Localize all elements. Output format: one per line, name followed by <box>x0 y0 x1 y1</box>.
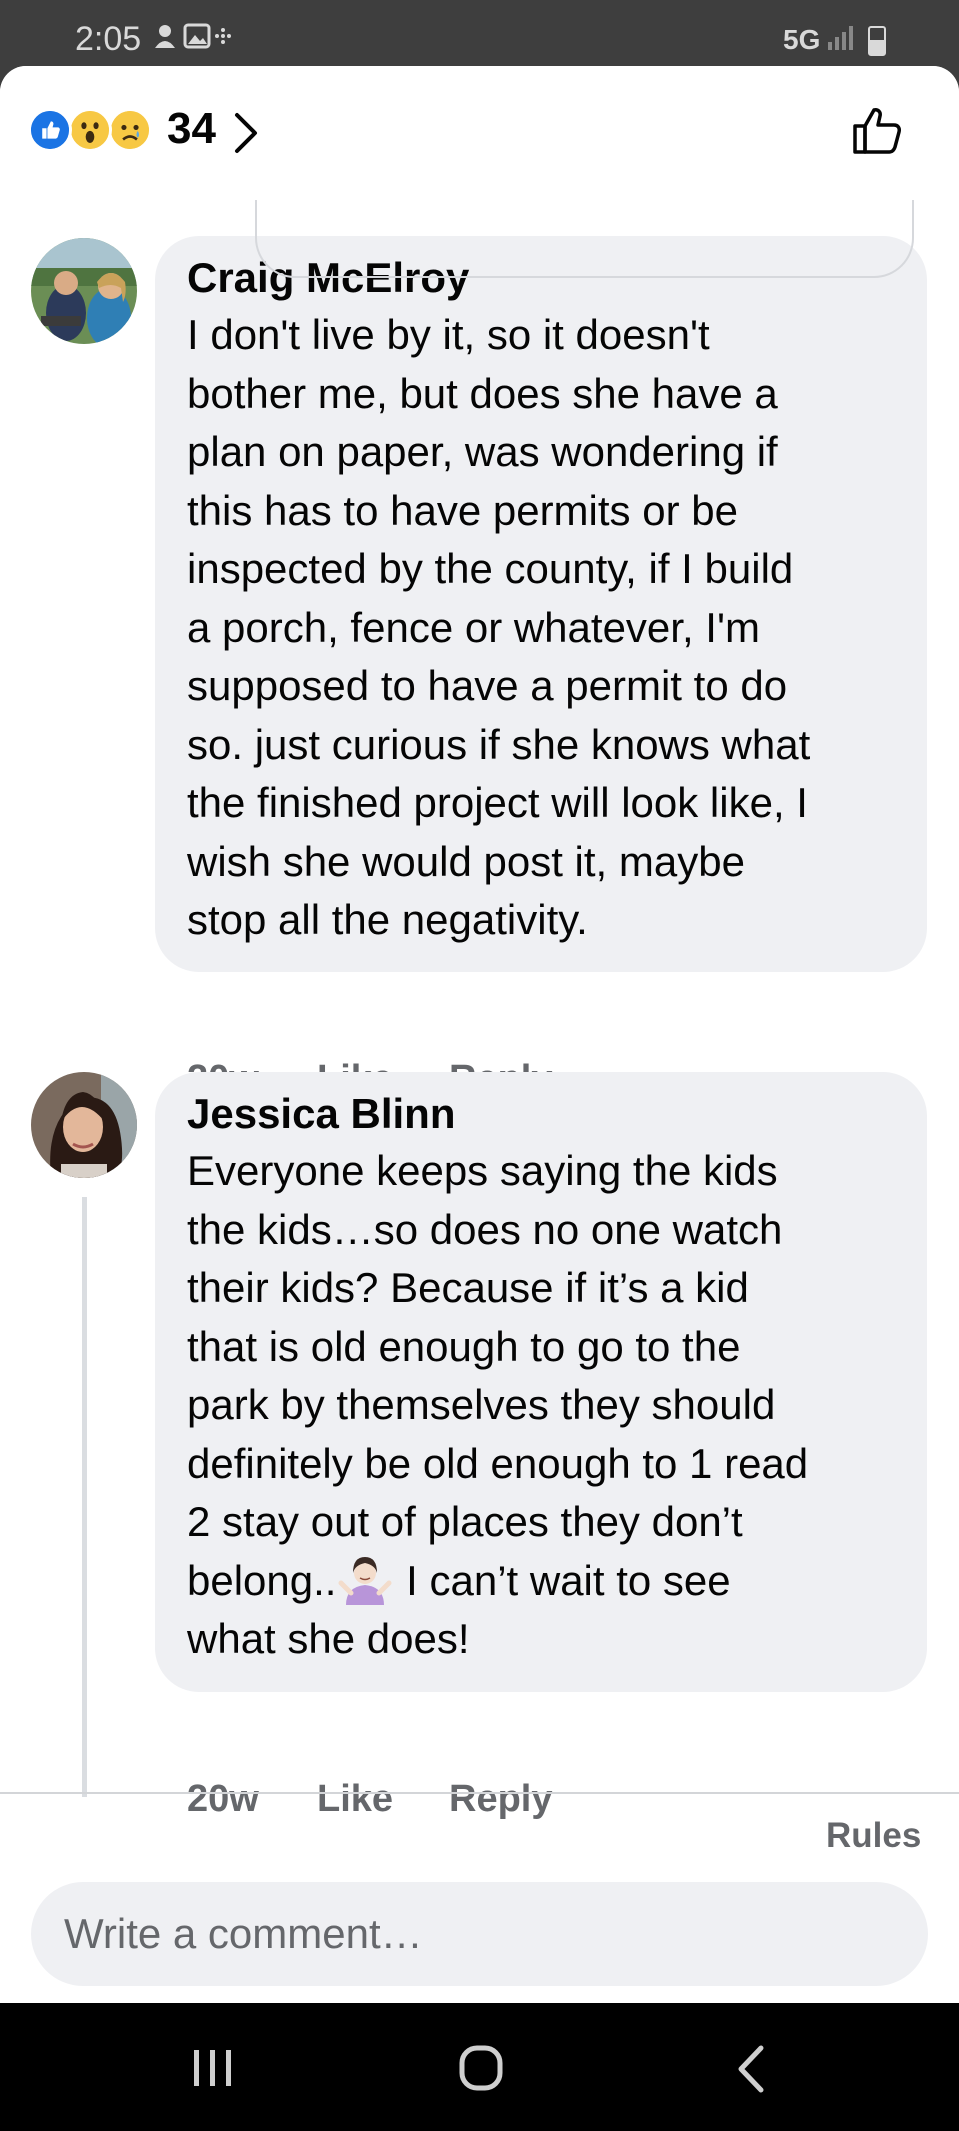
recents-icon[interactable] <box>190 2047 236 2089</box>
reaction-count[interactable]: 34 <box>167 104 216 154</box>
comment-input-placeholder: Write a comment… <box>64 1910 423 1957</box>
comment-line: supposed to have a permit to do <box>187 662 788 709</box>
chevron-right-icon[interactable] <box>233 112 259 154</box>
comment-line: inspected by the county, if I build <box>187 545 794 592</box>
comment-line: wish she would post it, maybe <box>187 837 745 885</box>
comment-author[interactable]: Jessica Blinn <box>187 1086 893 1142</box>
comment-text-fragment: I can’t wait to see <box>394 1556 731 1604</box>
comment-line: belong.. I can’t wait to see <box>187 1552 893 1611</box>
back-icon[interactable] <box>736 2045 766 2093</box>
comment-input[interactable]: Write a comment… <box>31 1882 928 1986</box>
avatar[interactable] <box>31 238 137 344</box>
signal-icon <box>828 26 853 50</box>
status-time: 2:05 <box>75 20 142 58</box>
comment-line: a porch, fence or whatever, I'm <box>187 603 760 651</box>
comment-line: this has to have permits or be <box>187 486 738 534</box>
comments-sheet: 34 Craig McElroy I don't live by it, so … <box>0 66 959 2003</box>
comment-time: 20w <box>187 1778 259 1820</box>
comment-text: Everyone keeps saying the kids the kids…… <box>187 1142 893 1669</box>
reply-link[interactable]: Reply <box>449 1778 552 1821</box>
sad-reaction-icon <box>108 108 152 152</box>
thumbs-up-icon[interactable] <box>850 102 906 158</box>
comment-line: Everyone keeps saying the kids <box>187 1147 778 1194</box>
comment-line: plan on paper, was wondering if <box>187 428 778 475</box>
divider <box>0 1792 959 1794</box>
comment-text-fragment: belong.. <box>187 1556 337 1604</box>
comment-line: the finished project will look like, I <box>187 779 808 826</box>
comment-line: so. just curious if she knows what <box>187 720 811 768</box>
comment-line: their kids? Because if it’s a kid <box>187 1264 749 1311</box>
avatar[interactable] <box>31 1072 137 1178</box>
comment-bubble[interactable]: Jessica Blinn Everyone keeps saying the … <box>155 1072 927 1692</box>
reactions-header: 34 <box>0 66 959 200</box>
like-link[interactable]: Like <box>317 1778 393 1821</box>
comment-line: 2 stay out of places they don’t <box>187 1498 743 1545</box>
status-bar: 2:05 5G <box>0 0 959 66</box>
battery-icon <box>868 26 886 56</box>
comment-line: definitely be old enough to 1 read <box>187 1439 809 1487</box>
like-reaction-icon <box>28 108 72 152</box>
rules-link[interactable]: Rules <box>826 1816 921 1856</box>
shrug-emoji-icon <box>338 1556 392 1605</box>
comment-line: that is old enough to go to the <box>187 1322 741 1370</box>
home-icon[interactable] <box>459 2045 503 2091</box>
wow-reaction-icon <box>68 108 112 152</box>
thread-line <box>82 1197 87 1797</box>
navigation-bar <box>0 2003 959 2131</box>
comment-bubble[interactable]: Craig McElroy I don't live by it, so it … <box>155 236 927 972</box>
comment-line: the kids…so does no one watch <box>187 1205 783 1253</box>
comment-text: I don't live by it, so it doesn't bother… <box>187 306 893 950</box>
comment-line: bother me, but does she have a <box>187 369 778 417</box>
comment-line: stop all the negativity. <box>187 896 588 943</box>
network-type: 5G <box>783 24 821 55</box>
comment-line: what she does! <box>187 1615 470 1662</box>
comment-line: park by themselves they should <box>187 1381 776 1428</box>
notification-icons <box>155 23 231 49</box>
comment-line: I don't live by it, so it doesn't <box>187 311 710 358</box>
